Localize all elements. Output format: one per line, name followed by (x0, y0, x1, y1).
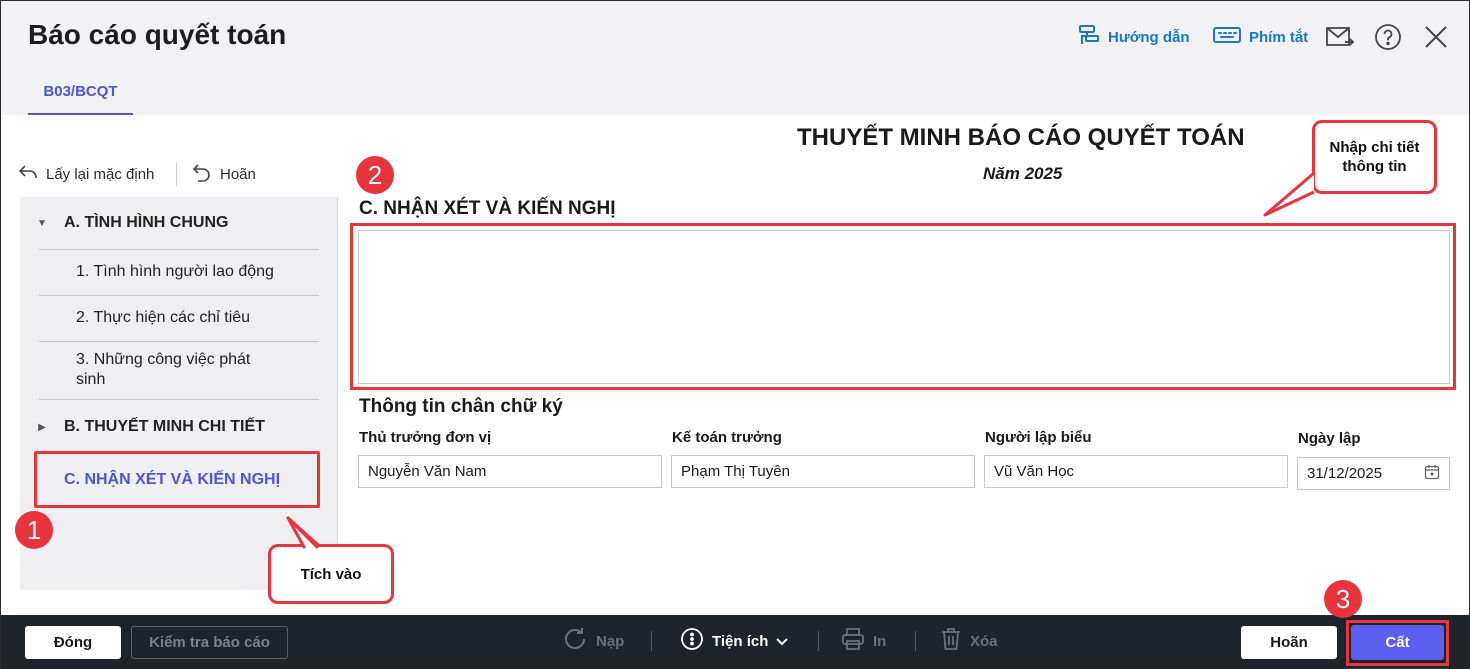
head-of-unit-value: Nguyễn Văn Nam (368, 463, 487, 480)
head-of-unit-label: Thủ trưởng đơn vị (359, 429, 492, 446)
sidebar-group-b-label: B. THUYẾT MINH CHI TIẾT (64, 418, 265, 435)
sidebar-group-a-label: A. TÌNH HÌNH CHUNG (64, 214, 229, 231)
close-button[interactable]: Đóng (25, 626, 121, 659)
shortcuts-link[interactable]: Phím tắt (1213, 26, 1308, 48)
tab-b03-bcqt[interactable]: B03/BCQT (28, 81, 133, 115)
sidebar-group-a[interactable]: ▼ A. TÌNH HÌNH CHUNG (20, 212, 338, 234)
callout-enter-line1: Nhập chi tiết (1329, 139, 1420, 156)
preparer-label: Người lập biểu (985, 429, 1092, 446)
sidebar-undo-label: Hoãn (220, 165, 256, 183)
chief-accountant-label: Kế toán trưởng (672, 429, 782, 446)
signature-title: Thông tin chân chữ ký (359, 396, 563, 417)
date-value: 31/12/2025 (1307, 465, 1383, 482)
chief-accountant-value: Phạm Thị Tuyên (681, 463, 790, 480)
guide-icon (1078, 24, 1100, 50)
document-year: Năm 2025 (983, 164, 1063, 183)
calendar-icon[interactable] (1424, 464, 1440, 484)
comment-textarea[interactable] (358, 230, 1450, 384)
check-report-button[interactable]: Kiểm tra báo cáo (131, 626, 288, 659)
divider (39, 249, 319, 250)
load-label: Nạp (596, 632, 625, 650)
chevron-down-icon (776, 633, 789, 650)
more-vertical-icon (680, 627, 704, 655)
sidebar-group-c-label: C. NHẬN XÉT VÀ KIẾN NGHỊ (64, 470, 281, 488)
callout-click-text: Tích vào (300, 565, 362, 583)
sidebar-undo-button[interactable]: Hoãn (192, 160, 256, 188)
preparer-value: Vũ Văn Học (994, 463, 1075, 480)
chief-accountant-field[interactable]: Phạm Thị Tuyên (671, 455, 975, 488)
page-title: Báo cáo quyết toán (28, 19, 287, 50)
callout-enter-pointer (1263, 171, 1315, 217)
help-icon[interactable] (1373, 22, 1403, 52)
guide-label: Hướng dẫn (1108, 28, 1190, 46)
caret-right-icon: ▶ (38, 421, 46, 433)
close-icon[interactable] (1421, 22, 1451, 52)
toolbar-separator (651, 631, 652, 651)
section-title: C. NHẬN XÉT VÀ KIẾN NGHỊ (359, 198, 616, 219)
callout-pointer-fill (286, 516, 319, 549)
utilities-menu[interactable]: Tiện ích (680, 626, 789, 656)
caret-down-icon: ▼ (37, 217, 47, 229)
print-button[interactable]: In (841, 626, 886, 656)
delete-button[interactable]: Xóa (940, 626, 998, 656)
delete-label: Xóa (970, 632, 998, 650)
step-badge-2: 2 (356, 156, 394, 194)
keyboard-icon (1213, 25, 1241, 49)
step-badge-1: 1 (15, 511, 53, 549)
save-button[interactable]: Cất (1351, 625, 1444, 660)
divider (39, 399, 319, 400)
date-label: Ngày lập (1298, 430, 1361, 447)
sidebar-group-c[interactable]: C. NHẬN XÉT VÀ KIẾN NGHỊ (34, 451, 320, 508)
step-badge-3: 3 (1324, 580, 1362, 618)
header: Báo cáo quyết toán B03/BCQT (1, 1, 1469, 115)
document-title: THUYẾT MINH BÁO CÁO QUYẾT TOÁN (797, 124, 1245, 151)
callout-enter-line2: thông tin (1342, 158, 1407, 175)
undo-arrow-icon (18, 163, 38, 185)
sidebar-item-new-tasks[interactable]: 3. Những công việc phát sinh (76, 350, 276, 390)
trash-icon (940, 627, 962, 655)
guide-link[interactable]: Hướng dẫn (1078, 24, 1190, 50)
sidebar-group-b[interactable]: ▶ B. THUYẾT MINH CHI TIẾT (20, 416, 338, 438)
divider (39, 341, 319, 342)
date-field[interactable]: 31/12/2025 (1297, 457, 1450, 490)
nav-divider (176, 162, 177, 186)
sidebar-item-targets[interactable]: 2. Thực hiện các chỉ tiêu (76, 308, 316, 328)
shortcuts-label: Phím tắt (1249, 28, 1309, 46)
reset-default-button[interactable]: Lấy lại mặc định (18, 160, 154, 188)
print-label: In (873, 632, 887, 650)
load-button[interactable]: Nạp (562, 626, 624, 656)
toolbar-separator (818, 631, 819, 651)
mail-forward-icon[interactable] (1325, 22, 1355, 52)
toolbar-separator (915, 631, 916, 651)
sidebar-item-labor[interactable]: 1. Tình hình người lao động (76, 262, 316, 282)
printer-icon (841, 627, 865, 655)
reset-default-label: Lấy lại mặc định (46, 165, 155, 183)
preparer-field[interactable]: Vũ Văn Học (984, 455, 1288, 488)
undo-icon (192, 162, 212, 186)
utilities-label: Tiện ích (712, 632, 769, 650)
head-of-unit-field[interactable]: Nguyễn Văn Nam (358, 455, 662, 488)
undo-button[interactable]: Hoãn (1241, 626, 1337, 659)
refresh-icon (562, 626, 588, 656)
divider (39, 295, 319, 296)
